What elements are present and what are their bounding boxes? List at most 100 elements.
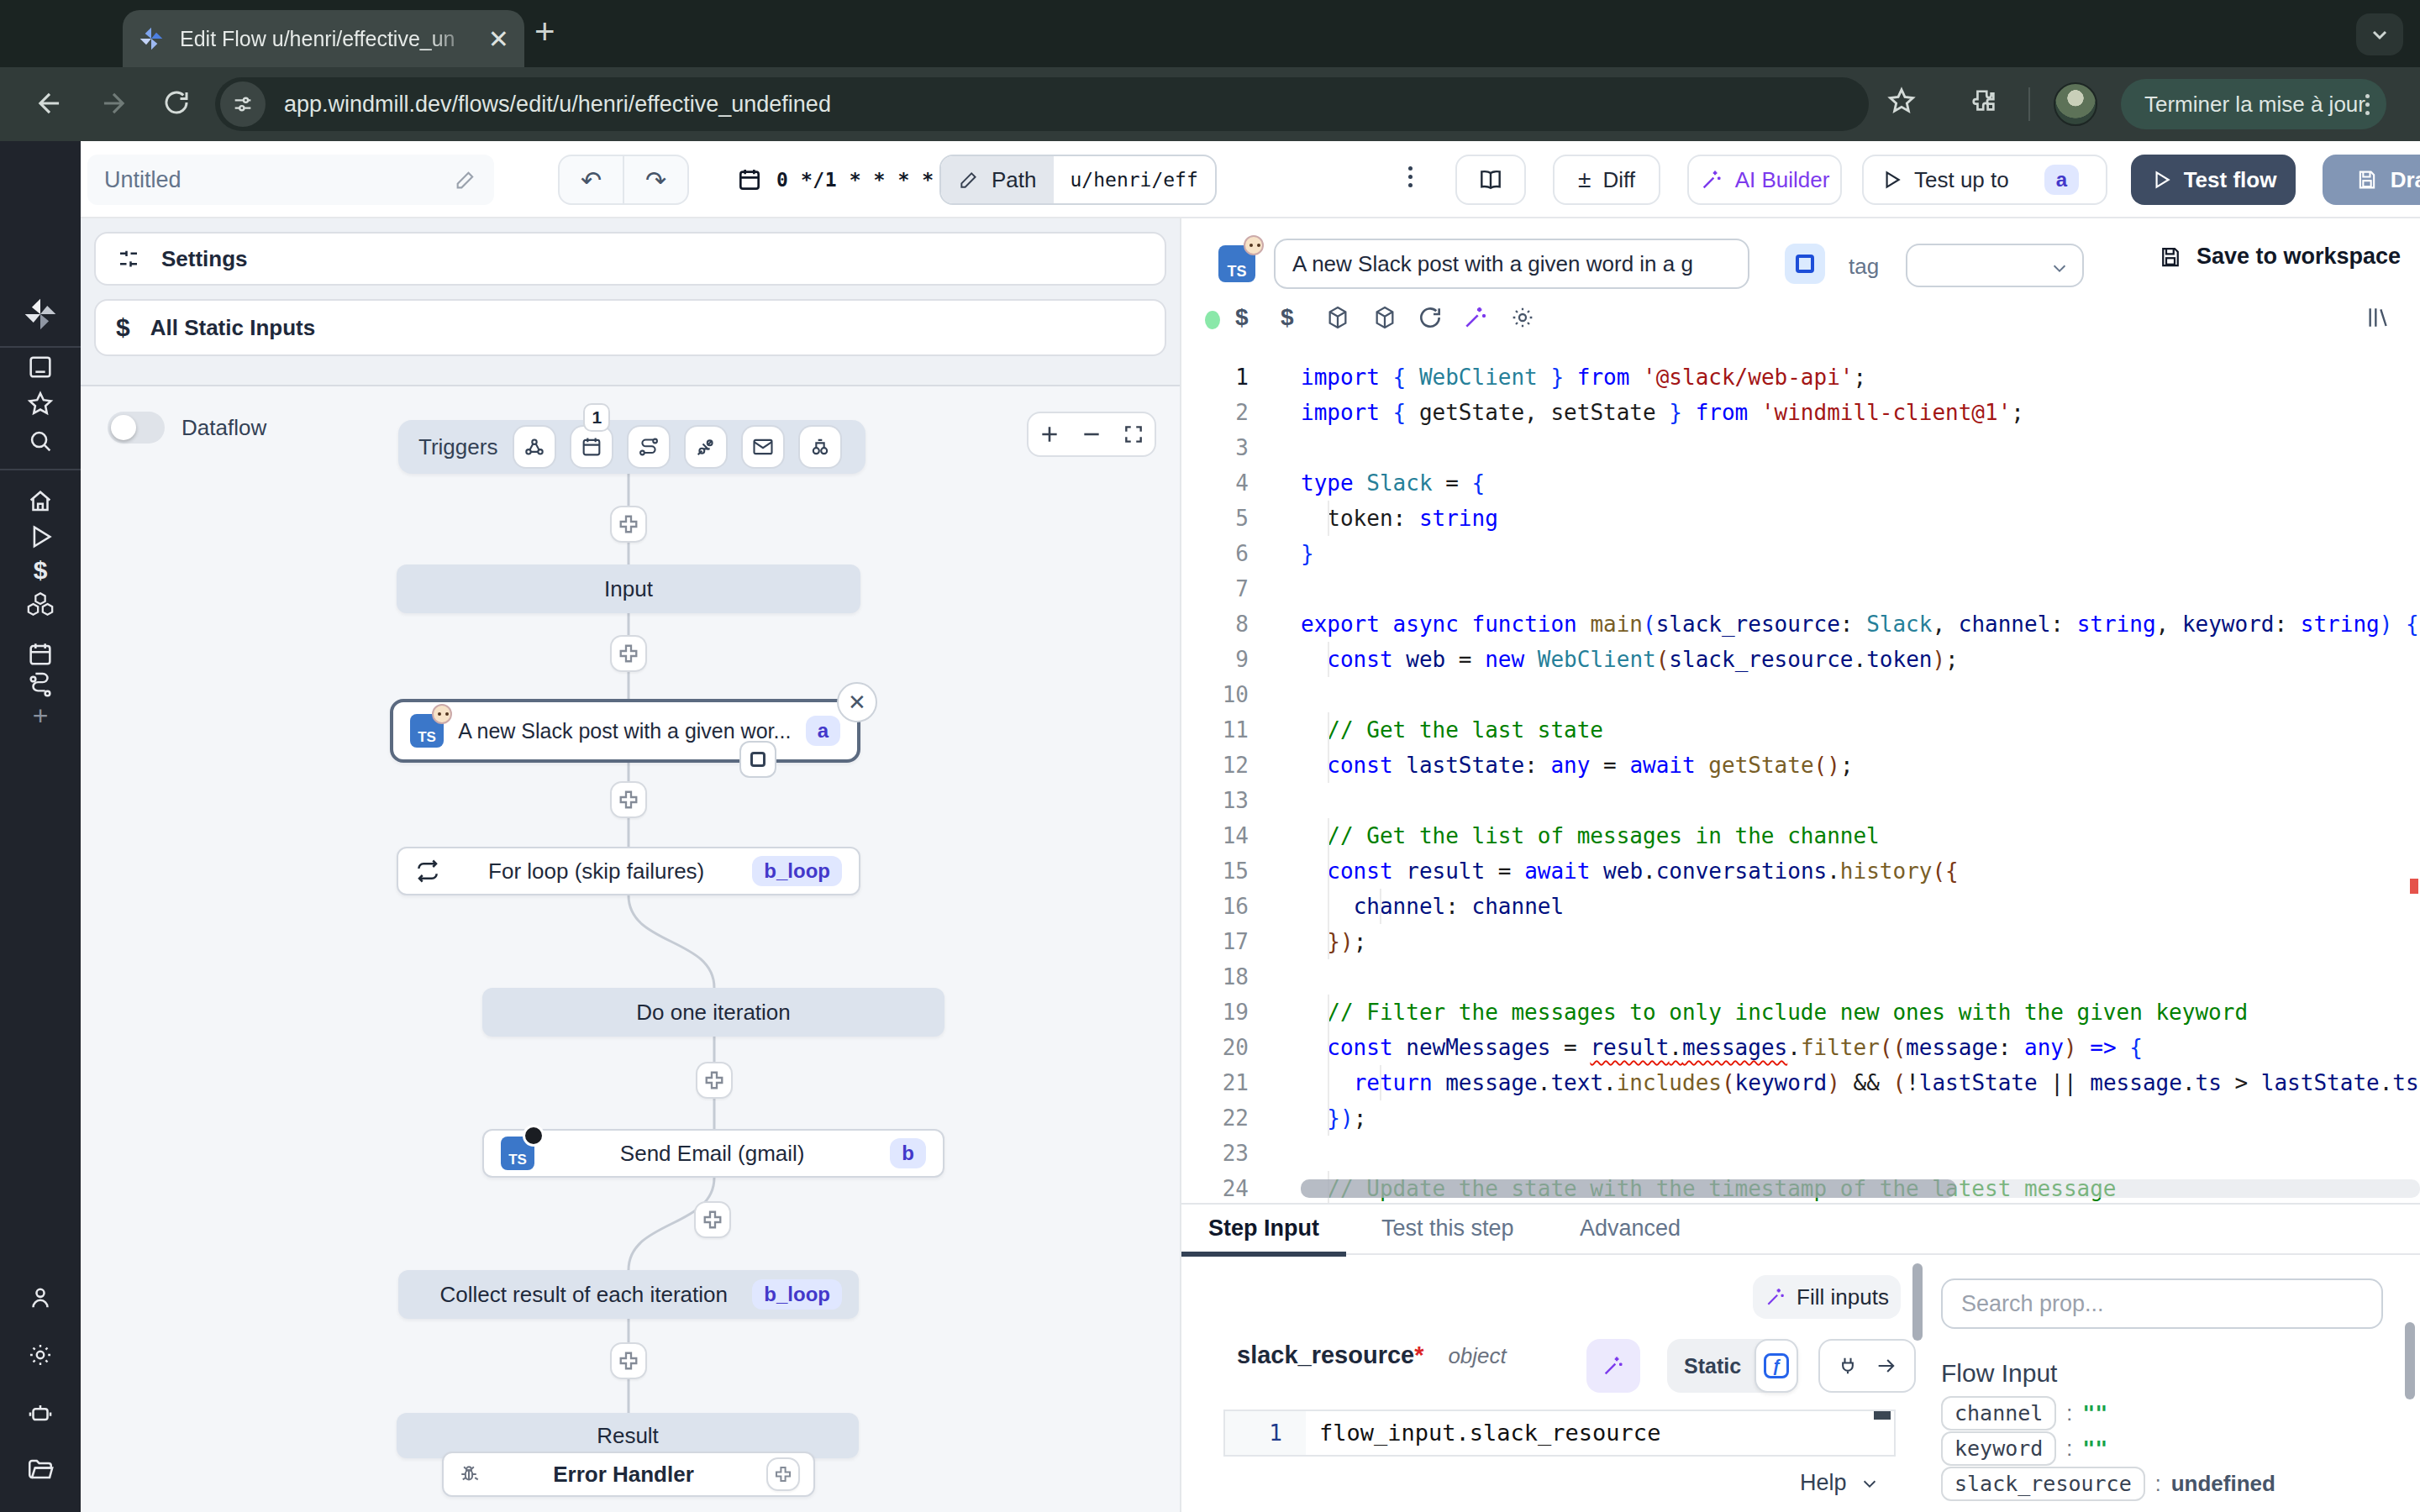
cache-toggle-button[interactable]: [1785, 244, 1825, 284]
prop-key[interactable]: slack_resource: [1941, 1467, 2145, 1501]
panel-scrollbar[interactable]: [1912, 1263, 1923, 1341]
do-one-iteration-node[interactable]: Do one iteration: [482, 988, 944, 1037]
reload-button[interactable]: [161, 87, 192, 118]
prop-key[interactable]: channel: [1941, 1396, 2056, 1431]
sidebar-item-home[interactable]: [0, 487, 81, 516]
watch-trigger-icon[interactable]: [800, 427, 840, 467]
add-step-button[interactable]: [696, 1062, 733, 1099]
back-button[interactable]: [34, 87, 66, 119]
ai-assistant-icon[interactable]: [1462, 304, 1489, 331]
tab-close-icon[interactable]: ✕: [488, 24, 509, 54]
webhook-icon[interactable]: [514, 427, 555, 467]
package-icon[interactable]: [1371, 304, 1398, 331]
step-summary-input[interactable]: A new Slack post with a given word in a …: [1274, 239, 1749, 289]
fill-inputs-button[interactable]: Fill inputs: [1753, 1275, 1901, 1319]
profile-avatar[interactable]: [2054, 82, 2097, 126]
more-options-icon[interactable]: [1408, 166, 1413, 187]
bookmark-icon[interactable]: [1886, 86, 1918, 118]
test-up-to-button[interactable]: Test up to a: [1862, 155, 2107, 205]
flow-graph-canvas[interactable]: Dataflow Triggers 1: [81, 386, 1180, 1512]
test-flow-button[interactable]: Test flow: [2131, 155, 2296, 205]
tag-select[interactable]: [1906, 244, 2084, 287]
schedule-trigger-icon[interactable]: 1: [571, 427, 612, 467]
browser-tab[interactable]: Edit Flow u/henri/effective_un ✕: [123, 10, 524, 67]
sidebar-item-runs[interactable]: [0, 522, 81, 551]
sidebar-item-workers[interactable]: [0, 1399, 81, 1428]
stop-after-icon[interactable]: [739, 741, 776, 778]
forloop-node[interactable]: For loop (skip failures) b_loop: [397, 847, 860, 895]
extensions-icon[interactable]: [1970, 86, 2000, 116]
chrome-menu-icon[interactable]: [2365, 94, 2370, 115]
add-step-button[interactable]: [610, 781, 647, 818]
sidebar-item-settings[interactable]: [0, 1341, 81, 1369]
sidebar-item-resources[interactable]: [0, 590, 81, 618]
triggers-node[interactable]: Triggers 1: [398, 420, 865, 474]
code-editor[interactable]: import { WebClient } from '@slack/web-ap…: [1301, 360, 2420, 1206]
undo-button[interactable]: ↶: [560, 156, 624, 203]
draft-button[interactable]: Draft: [2323, 155, 2420, 205]
step-node-b[interactable]: TS Send Email (gmail) b: [482, 1129, 944, 1178]
path-toggle[interactable]: Path u/henri/eff: [939, 155, 1217, 205]
help-link[interactable]: Help: [1800, 1470, 1879, 1496]
connector-trigger-icon[interactable]: [686, 427, 726, 467]
tab-advanced[interactable]: Advanced: [1580, 1205, 1681, 1255]
prop-scrollbar[interactable]: [2405, 1322, 2415, 1399]
tab-test-this-step[interactable]: Test this step: [1381, 1205, 1514, 1255]
tab-step-input[interactable]: Step Input: [1208, 1205, 1319, 1255]
sidebar-item-add[interactable]: +: [0, 701, 81, 732]
input-node[interactable]: Input: [397, 564, 860, 613]
prop-key[interactable]: keyword: [1941, 1431, 2056, 1466]
add-step-button[interactable]: [610, 635, 647, 672]
save-to-workspace-button[interactable]: Save to workspace: [2158, 244, 2401, 270]
new-tab-button[interactable]: +: [534, 12, 555, 52]
collect-node[interactable]: Collect result of each iteration b_loop: [398, 1270, 859, 1319]
sidebar-item-folders[interactable]: [0, 1455, 81, 1483]
address-bar[interactable]: app.windmill.dev/flows/edit/u/henri/effe…: [215, 77, 1869, 131]
email-trigger-icon[interactable]: [743, 427, 783, 467]
diff-button[interactable]: ±Diff: [1553, 155, 1660, 205]
chrome-update-button[interactable]: Terminer la mise à jour: [2121, 79, 2386, 129]
prop-row[interactable]: keyword:"": [1941, 1431, 2107, 1466]
route-trigger-icon[interactable]: [629, 427, 669, 467]
expression-editor[interactable]: 1 flow_input.slack_resource: [1223, 1410, 1896, 1457]
library-icon[interactable]: [2365, 304, 2391, 331]
add-step-button[interactable]: [610, 1342, 647, 1379]
add-step-button[interactable]: [610, 506, 647, 543]
resources-dollar-icon[interactable]: $: [1281, 304, 1294, 331]
add-step-button[interactable]: [694, 1201, 731, 1238]
reset-icon[interactable]: [1417, 304, 1444, 331]
ai-builder-button[interactable]: AI Builder: [1687, 155, 1842, 205]
delete-step-button[interactable]: ✕: [837, 682, 877, 722]
forward-button[interactable]: [97, 87, 129, 119]
editor-settings-icon[interactable]: [1509, 304, 1536, 331]
horizontal-scrollbar[interactable]: [1301, 1179, 2420, 1198]
settings-row[interactable]: Settings: [94, 232, 1166, 286]
prop-row[interactable]: channel:"": [1941, 1396, 2107, 1431]
sidebar-item-apps[interactable]: [0, 353, 81, 381]
prop-row[interactable]: slack_resource:undefined: [1941, 1467, 2275, 1501]
sidebar-item-routes[interactable]: [0, 672, 81, 701]
ai-fill-button[interactable]: [1586, 1339, 1640, 1393]
all-static-inputs-row[interactable]: $ All Static Inputs: [94, 299, 1166, 356]
tab-search-button[interactable]: [2356, 13, 2403, 55]
javascript-expr-toggle[interactable]: ƒ: [1754, 1339, 1798, 1393]
redo-button[interactable]: ↷: [624, 156, 687, 203]
docs-button[interactable]: [1455, 155, 1526, 205]
flow-name-input[interactable]: Untitled: [87, 155, 494, 205]
variables-icon[interactable]: $: [1235, 304, 1249, 331]
sidebar-item-favorites[interactable]: [0, 390, 81, 418]
schedule-summary[interactable]: 0 */1 * * * *: [736, 155, 934, 205]
site-settings-icon[interactable]: [220, 81, 266, 127]
sidebar-item-variables[interactable]: $: [0, 556, 81, 585]
add-error-handler-button[interactable]: [766, 1457, 800, 1491]
sidebar-item-account[interactable]: [0, 1284, 81, 1312]
connect-input-buttons[interactable]: [1818, 1339, 1916, 1393]
windmill-logo-icon[interactable]: [0, 296, 81, 333]
step-node-a[interactable]: TS A new Slack post with a given wor... …: [390, 699, 860, 763]
package-icon[interactable]: [1324, 304, 1351, 331]
editor-scrollbar[interactable]: [2407, 336, 2420, 1203]
search-prop-input[interactable]: Search prop...: [1941, 1278, 2383, 1329]
error-handler-node[interactable]: Error Handler: [442, 1452, 815, 1497]
static-toggle[interactable]: Staticƒ: [1667, 1339, 1798, 1393]
sidebar-item-search[interactable]: [0, 427, 81, 455]
